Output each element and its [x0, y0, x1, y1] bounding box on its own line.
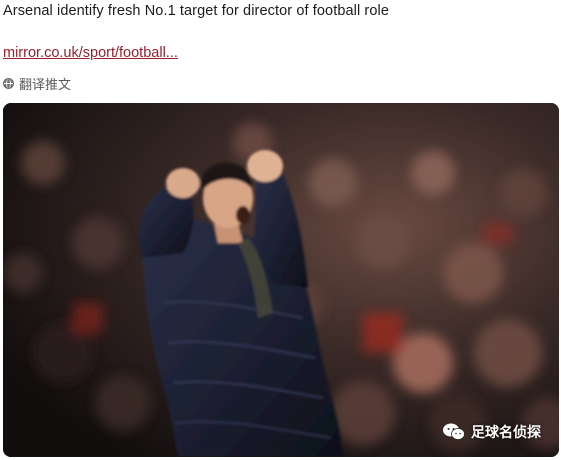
translate-label: 翻译推文	[19, 77, 72, 92]
globe-icon	[3, 78, 14, 89]
celebration-photo	[3, 103, 559, 457]
watermark-text: 足球名侦探	[471, 424, 541, 440]
tweet-text: Arsenal identify fresh No.1 target for d…	[3, 3, 390, 19]
article-link[interactable]: mirror.co.uk/sport/football...	[3, 45, 178, 61]
tweet-card: Arsenal identify fresh No.1 target for d…	[0, 0, 561, 460]
tweet-photo[interactable]: 足球名侦探	[3, 103, 559, 457]
wechat-icon	[443, 423, 465, 441]
translate-tweet-button[interactable]: 翻译推文	[3, 74, 71, 93]
watermark: 足球名侦探	[443, 422, 541, 442]
